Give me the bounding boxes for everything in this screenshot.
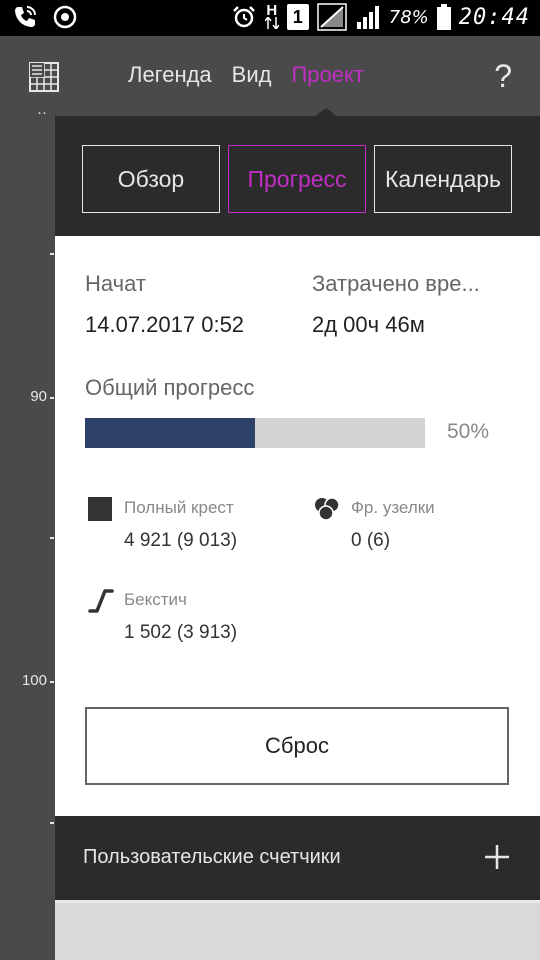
nav-project[interactable]: Проект: [291, 62, 363, 88]
backstitch-icon: [88, 589, 114, 617]
backstitch-value: 1 502 (3 913): [124, 622, 238, 643]
time-spent-label: Затрачено вре...: [312, 271, 480, 296]
ruler-tick: [50, 253, 54, 255]
french-knot-icon: [313, 496, 341, 526]
plus-icon[interactable]: [484, 844, 510, 870]
full-cross-icon: [88, 497, 112, 525]
nav-view[interactable]: Вид: [232, 62, 272, 88]
phone-wifi-icon: [12, 4, 38, 30]
ruler-tick: [50, 681, 54, 683]
project-panel: Обзор Прогресс Календарь Начат 14.07.201…: [55, 116, 540, 960]
ruler: ·· 90 100: [0, 104, 55, 960]
status-bar: H 1 78% 20:44: [0, 0, 540, 36]
battery-icon: [436, 4, 451, 30]
alarm-icon: [231, 4, 257, 30]
grid-menu-icon[interactable]: [29, 62, 59, 92]
time-spent-value: 2д 00ч 46м: [312, 312, 425, 337]
started-label: Начат: [85, 271, 146, 296]
custom-counters-label: Пользовательские счетчики: [83, 846, 341, 868]
nav-legend[interactable]: Легенда: [128, 62, 212, 88]
signal-icon: [317, 3, 347, 31]
reset-button[interactable]: Сброс: [85, 707, 509, 785]
main-nav: Легенда Вид Проект: [128, 62, 364, 88]
ruler-label: ··: [37, 104, 47, 121]
tab-calendar[interactable]: Календарь: [374, 145, 512, 213]
overall-progress-label: Общий прогресс: [85, 375, 255, 400]
french-knot-value: 0 (6): [351, 530, 391, 551]
progress-bar: [85, 418, 425, 448]
ruler-tick: [50, 397, 54, 399]
custom-counters-bar[interactable]: Пользовательские счетчики: [55, 816, 540, 900]
bottom-strip: [55, 900, 540, 960]
battery-percent: 78%: [388, 6, 429, 28]
ruler-label: 100: [21, 672, 47, 689]
progress-bar-fill: [85, 418, 255, 448]
full-cross-label: Полный крест: [124, 498, 234, 517]
french-knot-label: Фр. узелки: [351, 498, 435, 517]
sim1-icon: 1: [286, 4, 309, 30]
tab-overview[interactable]: Обзор: [82, 145, 220, 213]
progress-percent: 50%: [447, 420, 490, 443]
backstitch-label: Бекстич: [124, 590, 187, 609]
full-cross-value: 4 921 (9 013): [124, 530, 238, 551]
help-button[interactable]: ?: [494, 58, 512, 95]
ruler-label: 90: [30, 388, 47, 405]
started-value: 14.07.2017 0:52: [85, 312, 245, 337]
ruler-tick: [50, 537, 54, 539]
clock: 20:44: [458, 4, 530, 30]
tab-progress[interactable]: Прогресс: [228, 145, 366, 213]
sync-icon: [52, 4, 78, 30]
ruler-tick: [50, 822, 54, 824]
h-signal-icon: H: [264, 3, 279, 29]
top-bar: Легенда Вид Проект ?: [0, 36, 540, 120]
tab-bar: Обзор Прогресс Календарь: [55, 116, 540, 236]
signal-icon: [355, 4, 381, 30]
